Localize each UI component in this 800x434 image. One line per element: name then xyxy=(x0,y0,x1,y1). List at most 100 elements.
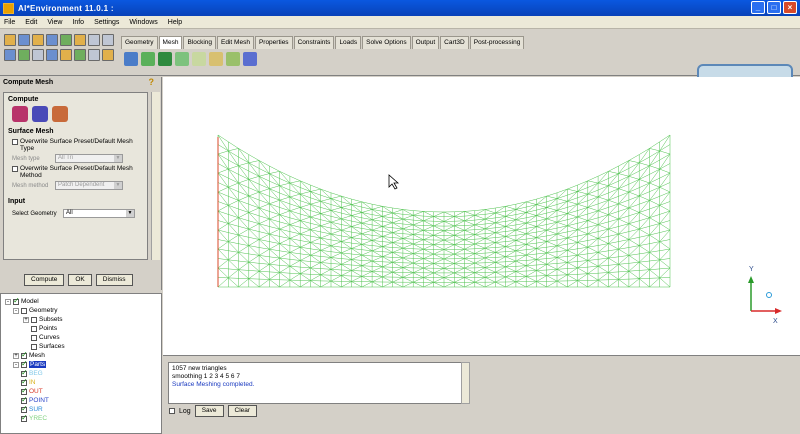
compute-button[interactable]: Compute xyxy=(24,274,65,286)
tab-edit-mesh[interactable]: Edit Mesh xyxy=(217,36,254,49)
mesh-line xyxy=(639,156,650,164)
tree-parts[interactable]: - Parts xyxy=(13,359,47,368)
panel-scrollbar[interactable] xyxy=(151,92,160,260)
checkbox[interactable] xyxy=(13,296,20,305)
mesh-line xyxy=(505,266,517,272)
surface-mesh-setup-icon[interactable] xyxy=(158,52,172,66)
volume-mesh-icon[interactable] xyxy=(32,106,48,122)
collapse-icon[interactable]: - xyxy=(13,361,19,368)
tab-solve-options[interactable]: Solve Options xyxy=(362,36,411,49)
undo-icon[interactable] xyxy=(88,34,100,46)
menu-view[interactable]: View xyxy=(47,19,62,26)
tab-output[interactable]: Output xyxy=(411,36,440,49)
tab-cart3d[interactable]: Cart3D xyxy=(440,36,469,49)
refresh-icon[interactable] xyxy=(88,49,100,61)
measure-icon[interactable] xyxy=(32,49,44,61)
fit-window-icon[interactable] xyxy=(4,49,16,61)
tree-model[interactable]: - Model xyxy=(5,296,39,305)
checkbox[interactable] xyxy=(12,139,18,145)
save-blocking-icon[interactable] xyxy=(74,34,86,46)
tree-subsets[interactable]: + Subsets xyxy=(23,316,63,323)
clear-log-button[interactable]: Clear xyxy=(227,405,258,417)
checkbox[interactable] xyxy=(31,343,37,350)
close-button[interactable]: × xyxy=(783,1,797,14)
tree-curves[interactable]: Curves xyxy=(31,334,60,341)
zoom-box-icon[interactable] xyxy=(18,49,30,61)
wireframe-icon[interactable] xyxy=(46,49,58,61)
tab-constraints[interactable]: Constraints xyxy=(293,36,335,49)
log-scrollbar[interactable] xyxy=(461,362,470,404)
tree-geometry[interactable]: - Geometry xyxy=(13,307,58,314)
color-icon[interactable] xyxy=(74,49,86,61)
prism-mesh-icon[interactable] xyxy=(52,106,68,122)
menu-windows[interactable]: Windows xyxy=(129,19,157,26)
open-project-icon[interactable] xyxy=(4,34,16,46)
menu-file[interactable]: File xyxy=(4,19,15,26)
mesh-line xyxy=(474,272,486,278)
tree-surfaces[interactable]: Surfaces xyxy=(31,343,65,350)
redo-icon[interactable] xyxy=(102,34,114,46)
create-mesh-density-icon[interactable] xyxy=(192,52,206,66)
surface-mesh-icon[interactable] xyxy=(12,106,28,122)
select-geometry-select[interactable]: All ▼ xyxy=(63,209,135,218)
hand-icon[interactable] xyxy=(102,49,114,61)
checkbox[interactable] xyxy=(21,413,28,422)
global-mesh-setup-icon[interactable] xyxy=(124,52,138,66)
checkbox[interactable] xyxy=(31,325,37,332)
tree-mesh[interactable]: + Mesh xyxy=(13,350,45,359)
mesh-line xyxy=(474,252,486,254)
menu-info[interactable]: Info xyxy=(72,19,84,26)
tree-part-yrec[interactable]: YREC xyxy=(21,413,47,422)
collapse-icon[interactable]: - xyxy=(5,298,11,305)
mesh-type-select[interactable]: All Tri ▼ xyxy=(55,154,123,163)
build-diagnostic-icon[interactable] xyxy=(209,52,223,66)
curve-mesh-setup-icon[interactable] xyxy=(175,52,189,66)
mesh-line xyxy=(597,252,609,259)
menu-edit[interactable]: Edit xyxy=(25,19,37,26)
mouse-cursor-icon xyxy=(388,174,400,190)
mesh-line xyxy=(330,269,342,276)
mesh-line xyxy=(649,268,660,270)
solid-icon[interactable] xyxy=(60,49,72,61)
overwrite-method-checkbox[interactable]: Overwrite Surface Preset/Default Mesh Me… xyxy=(12,165,139,179)
collapse-icon[interactable]: - xyxy=(13,307,19,314)
tab-blocking[interactable]: Blocking xyxy=(183,36,217,49)
tab-properties[interactable]: Properties xyxy=(254,36,293,49)
mesh-line xyxy=(402,247,414,254)
log-checkbox[interactable] xyxy=(169,408,175,414)
checkbox[interactable] xyxy=(12,166,18,172)
overwrite-type-checkbox[interactable]: Overwrite Surface Preset/Default Mesh Ty… xyxy=(12,138,139,152)
mesh-line xyxy=(577,180,588,186)
mesh-line xyxy=(649,148,660,152)
ok-button[interactable]: OK xyxy=(68,274,92,286)
mesh-method-select[interactable]: Patch Dependent ▼ xyxy=(55,181,123,190)
menu-help[interactable]: Help xyxy=(168,19,182,26)
tab-geometry[interactable]: Geometry xyxy=(121,36,158,49)
help-icon[interactable]: ? xyxy=(149,77,155,88)
mesh-line xyxy=(279,238,291,244)
save-log-button[interactable]: Save xyxy=(194,405,224,417)
maximize-button[interactable]: □ xyxy=(767,1,781,14)
minimize-button[interactable]: _ xyxy=(751,1,765,14)
save-geometry-icon[interactable] xyxy=(46,34,58,46)
compute-mesh-icon[interactable] xyxy=(243,52,257,66)
tab-post-processing[interactable]: Post-processing xyxy=(469,36,525,49)
dismiss-button[interactable]: Dismiss xyxy=(95,274,133,286)
tab-mesh[interactable]: Mesh xyxy=(158,36,183,49)
save-project-icon[interactable] xyxy=(18,34,30,46)
open-geometry-icon[interactable] xyxy=(32,34,44,46)
tab-loads[interactable]: Loads xyxy=(335,36,362,49)
message-log[interactable]: 1057 new triangles smoothing 1 2 3 4 5 6… xyxy=(168,362,468,404)
tree-points[interactable]: Points xyxy=(31,325,57,332)
checkbox[interactable] xyxy=(31,316,37,323)
part-mesh-setup-icon[interactable] xyxy=(141,52,155,66)
expand-icon[interactable]: + xyxy=(23,316,29,323)
expand-icon[interactable]: + xyxy=(13,352,19,359)
create-edge-icon[interactable] xyxy=(226,52,240,66)
menu-settings[interactable]: Settings xyxy=(94,19,119,26)
open-blocking-icon[interactable] xyxy=(60,34,72,46)
checkbox[interactable] xyxy=(31,334,37,341)
graphics-viewport[interactable]: Y X xyxy=(163,77,800,355)
mesh-canvas[interactable]: Y X xyxy=(163,77,800,355)
checkbox[interactable] xyxy=(21,307,27,314)
